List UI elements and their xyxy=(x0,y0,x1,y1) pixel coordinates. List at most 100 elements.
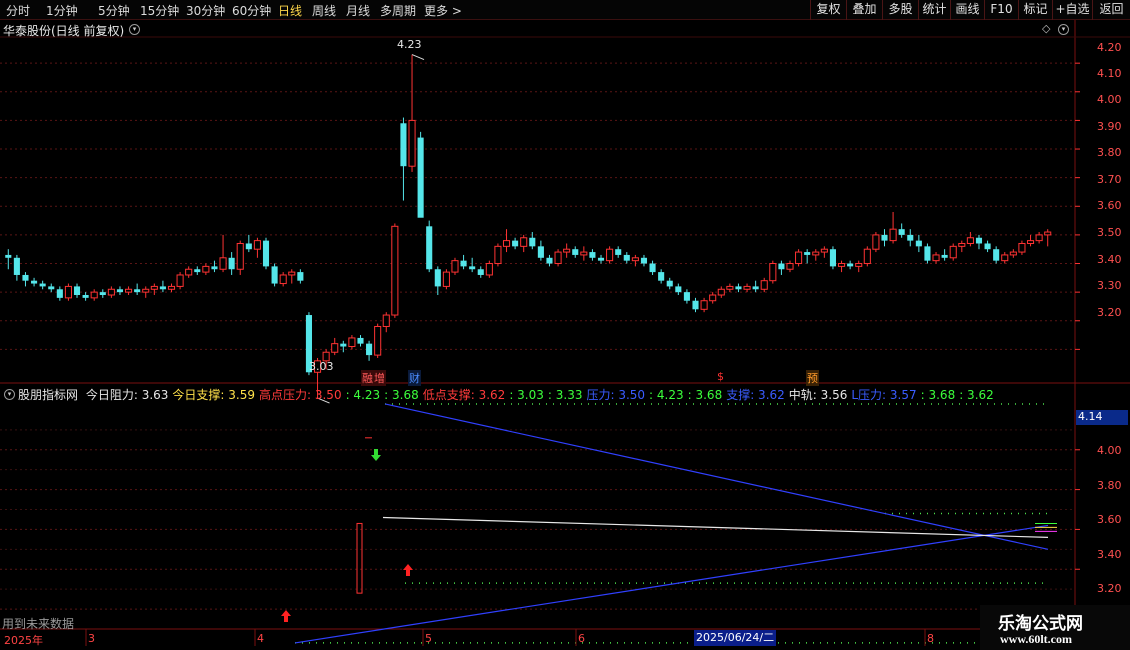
candle-body-down xyxy=(597,257,605,261)
candle-body-up xyxy=(64,285,72,299)
tab-1min[interactable]: 1分钟 xyxy=(46,2,78,19)
candle-body-up xyxy=(554,251,562,265)
candle-body-up xyxy=(1035,234,1043,242)
indicator-name[interactable]: 股朋指标网 xyxy=(18,388,78,402)
date-label: 2025年 xyxy=(4,634,43,647)
f10-button[interactable]: F10 xyxy=(984,0,1018,20)
candle-body-down xyxy=(134,289,141,293)
watermark: 乐淘公式网 www.60lt.com xyxy=(980,605,1130,650)
candle-body-down xyxy=(589,252,596,258)
price-tick: 3.20 xyxy=(1097,306,1122,319)
price-tick: 4.10 xyxy=(1097,67,1122,80)
candle-body-up xyxy=(348,337,356,348)
price-tick: 4.20 xyxy=(1097,41,1122,54)
date-label: 4 xyxy=(257,632,264,645)
indicator-menu-icon[interactable]: ▾ xyxy=(4,389,15,400)
candle-body-down xyxy=(640,257,648,264)
candle-body-down xyxy=(297,272,304,281)
middle-rail-line xyxy=(382,516,1049,538)
signal-bar xyxy=(356,522,363,594)
diamond-icon[interactable]: ◇ xyxy=(1042,22,1050,35)
candle-body-down xyxy=(649,263,656,273)
candle-body-down xyxy=(881,234,888,241)
event-forecast-marker[interactable]: 预 xyxy=(806,370,819,386)
candle-body-down xyxy=(829,249,836,267)
tab-daily[interactable]: 日线 xyxy=(278,2,302,19)
event-finance-marker[interactable]: 财 xyxy=(408,370,421,386)
tab-more[interactable]: 更多 > xyxy=(424,2,462,19)
tab-multi-period[interactable]: 多周期 xyxy=(380,2,416,19)
candle-body-up xyxy=(502,240,511,247)
event-dollar-marker[interactable]: $ xyxy=(717,370,724,383)
candle-body-down xyxy=(666,280,673,287)
candle-body-up xyxy=(786,263,794,270)
indicator-tick: 3.20 xyxy=(1097,582,1122,595)
candle-body-down xyxy=(194,269,201,273)
indicator-value-item: 支撑: 3.62 xyxy=(726,388,785,402)
sell-signal-arrow xyxy=(371,449,381,461)
candle-body-up xyxy=(374,325,382,356)
indicator-value-item: 压力: 3.50 xyxy=(586,388,646,402)
candle-body-down xyxy=(271,266,278,284)
candle-body-down xyxy=(82,295,89,298)
candle-body-up xyxy=(631,257,639,262)
indicator-value-item: : 3.68 xyxy=(920,388,956,402)
high-price-label: 4.23 xyxy=(397,38,422,51)
tab-5min[interactable]: 5分钟 xyxy=(98,2,130,19)
candle-body-up xyxy=(949,245,957,259)
tab-monthly[interactable]: 月线 xyxy=(346,2,370,19)
candle-body-up xyxy=(150,285,158,290)
indicator-legend: 股朋指标网 今日阻力: 3.63 今日支撑: 3.59 高点压力: 3.50: 4.… xyxy=(18,386,1002,403)
tab-timeshare[interactable]: 分时 xyxy=(6,2,30,19)
restore-rights-button[interactable]: 复权 xyxy=(810,0,846,20)
candle-body-down xyxy=(984,243,991,250)
price-tick: 3.90 xyxy=(1097,120,1122,133)
watermark-title: 乐淘公式网 xyxy=(998,614,1083,634)
candle-body-down xyxy=(159,286,166,290)
candle-body-up xyxy=(442,271,450,287)
panel-menu-icon[interactable]: ▾ xyxy=(1058,24,1069,35)
price-tick: 3.80 xyxy=(1097,146,1122,159)
candle-body-up xyxy=(717,288,725,296)
event-increase-marker[interactable]: 增 xyxy=(373,370,386,386)
back-button[interactable]: 返回 xyxy=(1092,0,1130,20)
tab-15min[interactable]: 15分钟 xyxy=(140,2,179,19)
candle-body-down xyxy=(683,292,690,301)
candle-body-down xyxy=(907,234,914,241)
period-toolbar: 分时 1分钟 5分钟 15分钟 30分钟 60分钟 日线 周线 月线 多周期 更… xyxy=(0,0,1130,20)
candle-body-up xyxy=(932,254,940,262)
title-dropdown-icon[interactable]: ▾ xyxy=(129,24,140,35)
candle-body-up xyxy=(863,248,871,265)
tab-30min[interactable]: 30分钟 xyxy=(186,2,225,19)
indicator-current-value: 4.14 xyxy=(1076,410,1128,425)
candle-body-up xyxy=(580,251,588,256)
indicator-tick: 3.40 xyxy=(1097,548,1122,561)
add-watchlist-button[interactable]: +自选 xyxy=(1052,0,1092,20)
indicator-value-item: 今日支撑: 3.59 xyxy=(172,388,255,402)
high-leader-line xyxy=(411,54,425,61)
statistics-button[interactable]: 统计 xyxy=(918,0,950,20)
indicator-value-item: : 4.23 xyxy=(649,388,684,402)
candle-body-up xyxy=(700,300,708,310)
tab-60min[interactable]: 60分钟 xyxy=(232,2,271,19)
candle-body-up xyxy=(408,119,416,167)
candle-body-up xyxy=(107,288,115,296)
candle-body-up xyxy=(236,242,244,270)
candle-body-up xyxy=(167,285,176,290)
stock-title: 华泰股份(日线 前复权) xyxy=(3,24,125,38)
candle-body-up xyxy=(812,251,820,256)
indicator-value-item: 今日阻力: 3.63 xyxy=(85,388,169,402)
candle-body-up xyxy=(382,314,390,327)
candle-body-down xyxy=(546,257,553,264)
indicator-value-item: : 3.03 xyxy=(509,388,544,402)
draw-line-button[interactable]: 画线 xyxy=(950,0,984,20)
mark-button[interactable]: 标记 xyxy=(1018,0,1052,20)
multi-stock-button[interactable]: 多股 xyxy=(882,0,918,20)
overlay-button[interactable]: 叠加 xyxy=(846,0,882,20)
candle-body-up xyxy=(142,288,150,293)
date-label: 3 xyxy=(88,632,95,645)
candle-body-down xyxy=(512,240,519,247)
candle-body-down xyxy=(692,300,699,310)
tab-weekly[interactable]: 周线 xyxy=(312,2,336,19)
candle-body-up xyxy=(185,268,193,276)
